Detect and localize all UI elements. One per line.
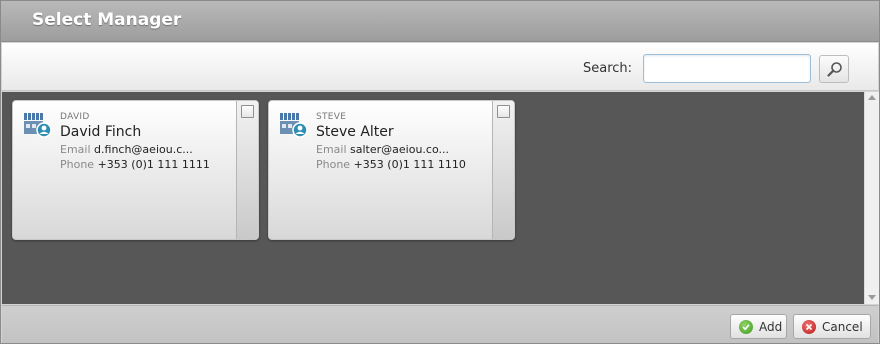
manager-code: STEVE — [316, 112, 347, 122]
close-circle-icon — [802, 320, 816, 334]
card-select-strip — [492, 101, 514, 239]
manager-code: DAVID — [60, 112, 90, 122]
select-checkbox[interactable] — [241, 105, 254, 118]
email-label: Email — [60, 143, 91, 156]
phone-value: +353 (0)1 111 1111 — [97, 158, 210, 171]
dialog-footer: Add Cancel — [2, 305, 878, 343]
search-button[interactable] — [819, 55, 849, 83]
manager-name: David Finch — [60, 124, 142, 140]
email-value: salter@aeiou.co... — [350, 143, 449, 156]
manager-email: Email salter@aeiou.co... — [316, 143, 449, 156]
cancel-button[interactable]: Cancel — [793, 314, 871, 339]
search-label: Search: — [583, 61, 633, 76]
manager-phone: Phone +353 (0)1 111 1111 — [60, 158, 210, 171]
manager-name: Steve Alter — [316, 124, 394, 140]
vertical-scrollbar[interactable] — [864, 92, 879, 304]
phone-label: Phone — [316, 158, 351, 171]
manager-email: Email d.finch@aeiou.c... — [60, 143, 193, 156]
email-label: Email — [316, 143, 347, 156]
add-button[interactable]: Add — [730, 314, 787, 339]
card-select-strip — [236, 101, 258, 239]
add-button-label: Add — [759, 320, 783, 334]
search-toolbar: Search: — [2, 43, 878, 91]
scroll-down-arrow-icon[interactable] — [868, 295, 876, 300]
manager-phone: Phone +353 (0)1 111 1110 — [316, 158, 466, 171]
email-value: d.finch@aeiou.c... — [94, 143, 193, 156]
manager-card[interactable]: STEVE Steve Alter Email salter@aeiou.co.… — [268, 100, 515, 240]
cancel-button-label: Cancel — [822, 320, 863, 334]
manager-avatar-icon — [24, 113, 52, 138]
dialog-titlebar[interactable]: Select Manager — [1, 1, 879, 42]
select-manager-dialog: Select Manager Search: DAVID David Finch… — [0, 0, 880, 344]
phone-value: +353 (0)1 111 1110 — [353, 158, 466, 171]
scroll-up-arrow-icon[interactable] — [868, 95, 876, 100]
check-circle-icon — [739, 320, 753, 334]
select-checkbox[interactable] — [497, 105, 510, 118]
search-input[interactable] — [643, 54, 811, 83]
manager-card[interactable]: DAVID David Finch Email d.finch@aeiou.c.… — [12, 100, 259, 240]
magnifier-icon — [827, 62, 842, 77]
dialog-title: Select Manager — [32, 10, 182, 30]
manager-avatar-icon — [280, 113, 308, 138]
phone-label: Phone — [60, 158, 95, 171]
